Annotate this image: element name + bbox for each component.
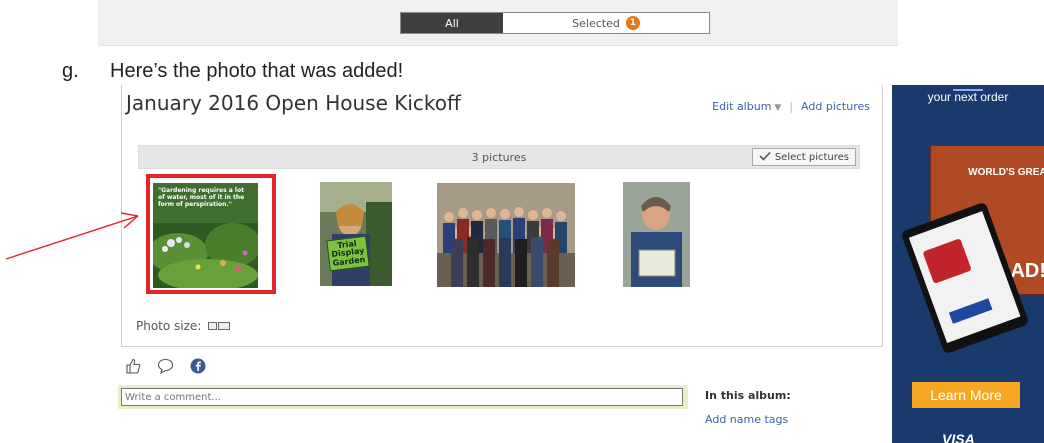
add-pictures-link[interactable]: Add pictures bbox=[801, 100, 870, 113]
added-photo-highlight bbox=[146, 174, 276, 294]
garden-sign-text: Trial Display Garden bbox=[326, 235, 370, 272]
actions-separator: | bbox=[789, 100, 794, 113]
view-toggle: All Selected 1 bbox=[400, 12, 710, 34]
mug-icon bbox=[922, 238, 972, 284]
photo-size-control: Photo size: bbox=[136, 319, 231, 333]
ad-book-title: WORLD'S GREAT bbox=[968, 167, 1044, 178]
chevron-down-icon: ▼ bbox=[774, 103, 782, 113]
photo-trial-display-garden[interactable]: Trial Display Garden bbox=[320, 182, 392, 286]
in-album-label: In this album: bbox=[705, 389, 791, 402]
photo-size-toggle[interactable] bbox=[208, 322, 231, 330]
comment-area bbox=[118, 385, 688, 409]
step-text: Here’s the photo that was added! bbox=[110, 60, 404, 82]
large-size-icon[interactable] bbox=[218, 322, 231, 330]
album-panel: January 2016 Open House Kickoff Edit alb… bbox=[121, 85, 883, 347]
thumbs-up-icon[interactable] bbox=[125, 358, 141, 374]
select-pictures-button[interactable]: Select pictures bbox=[751, 148, 856, 166]
selected-label: Selected bbox=[572, 16, 620, 30]
checkmark-icon bbox=[759, 151, 771, 164]
edit-album-link[interactable]: Edit album ▼ bbox=[712, 100, 781, 113]
learn-more-button[interactable]: Learn More bbox=[912, 382, 1020, 408]
photo-size-label: Photo size: bbox=[136, 319, 202, 333]
add-name-tags-link[interactable]: Add name tags bbox=[705, 413, 788, 426]
advertisement[interactable]: your next order WORLD'S GREAT DAD! Learn… bbox=[892, 85, 1044, 443]
reaction-bar bbox=[125, 358, 206, 374]
photo-group[interactable] bbox=[437, 183, 575, 287]
facebook-icon[interactable] bbox=[190, 358, 206, 374]
small-size-icon[interactable] bbox=[208, 322, 218, 330]
album-actions: Edit album ▼ | Add pictures bbox=[712, 100, 870, 113]
pictures-bar: 3 pictures Select pictures bbox=[138, 145, 860, 169]
photo-certificate[interactable] bbox=[623, 182, 690, 287]
select-pictures-label: Select pictures bbox=[774, 151, 849, 163]
visa-logo: VISA bbox=[942, 431, 975, 443]
step-letter: g. bbox=[62, 60, 79, 82]
ad-headline: your next order bbox=[927, 90, 1009, 104]
all-toggle-button[interactable]: All bbox=[401, 13, 503, 33]
selected-count-badge: 1 bbox=[625, 16, 640, 30]
comment-icon[interactable] bbox=[157, 358, 174, 374]
comment-input[interactable] bbox=[121, 388, 683, 406]
album-title: January 2016 Open House Kickoff bbox=[126, 91, 461, 115]
selected-toggle-button[interactable]: Selected 1 bbox=[503, 13, 709, 33]
annotation-arrow bbox=[5, 212, 139, 260]
top-toolbar: All Selected 1 bbox=[98, 0, 898, 46]
card-icon bbox=[948, 298, 993, 324]
edit-album-label: Edit album bbox=[712, 100, 772, 113]
